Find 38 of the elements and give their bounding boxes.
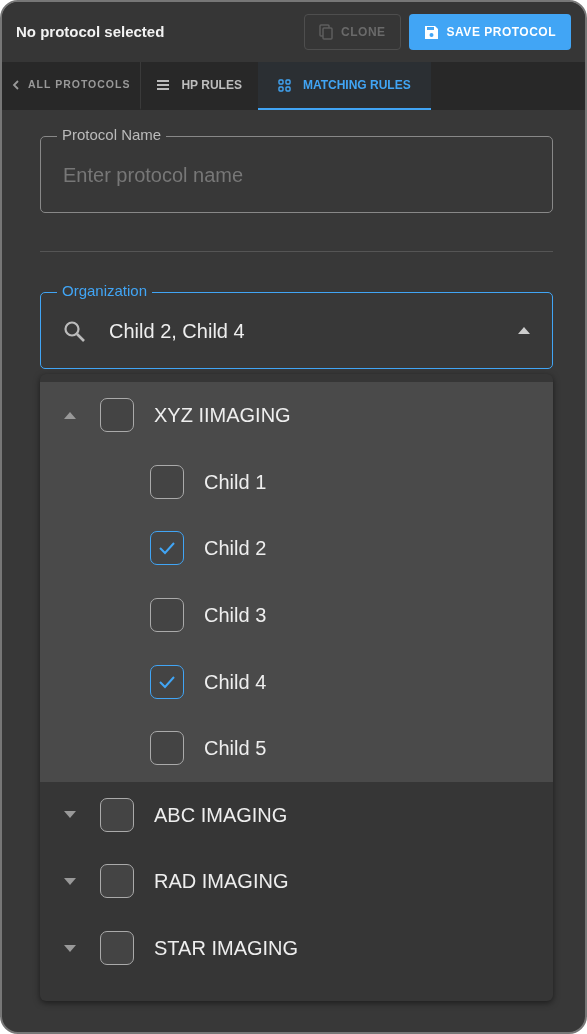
- checkbox[interactable]: [100, 797, 134, 832]
- checkbox[interactable]: [100, 864, 134, 899]
- expand-caret-icon[interactable]: [64, 877, 76, 885]
- tree-item-label: Child 4: [204, 669, 267, 695]
- tree-item-label: Child 1: [204, 469, 267, 495]
- collapse-caret-icon[interactable]: [64, 411, 76, 419]
- caret-icon: [518, 327, 530, 334]
- checkbox[interactable]: [150, 598, 184, 633]
- checkbox[interactable]: [100, 398, 134, 433]
- tree-item-label: RAD IMAGING: [154, 869, 289, 895]
- save-icon: [423, 24, 439, 40]
- expand-caret-icon[interactable]: [64, 811, 76, 819]
- checkbox[interactable]: [150, 664, 184, 699]
- tab[interactable]: HP RULES: [141, 62, 258, 110]
- checkbox[interactable]: [150, 531, 184, 566]
- text-input[interactable]: Child 2, Child 4: [109, 315, 518, 346]
- tree-item-label: Child 3: [204, 603, 267, 629]
- text-input[interactable]: Enter protocol name: [63, 159, 530, 190]
- header-title: No protocol selected: [16, 21, 165, 42]
- tree-item-label: STAR IMAGING: [154, 936, 299, 962]
- tree-item-label: Child 2: [204, 536, 267, 562]
- checkbox[interactable]: [150, 731, 184, 766]
- tree-item-label: ABC IMAGING: [154, 802, 288, 828]
- tab[interactable]: MATCHING RULES: [257, 62, 431, 110]
- search-icon: [63, 319, 85, 342]
- check-icon: [158, 674, 176, 689]
- tree-item-label: XYZ IIMAGING: [154, 403, 291, 429]
- grid-icon: [277, 78, 291, 92]
- save-button[interactable]: SAVE PROTOCOL: [408, 14, 571, 50]
- check-icon: [158, 541, 176, 556]
- chevron-left-icon: [12, 80, 20, 90]
- tree-item-label: Child 5: [204, 736, 267, 762]
- checkbox[interactable]: [150, 464, 184, 499]
- copy-icon: [319, 24, 334, 40]
- menu-icon: [157, 79, 170, 91]
- expand-caret-icon[interactable]: [64, 944, 76, 952]
- back-tab[interactable]: ALL PROTOCOLS: [2, 62, 142, 110]
- checkbox[interactable]: [100, 931, 134, 966]
